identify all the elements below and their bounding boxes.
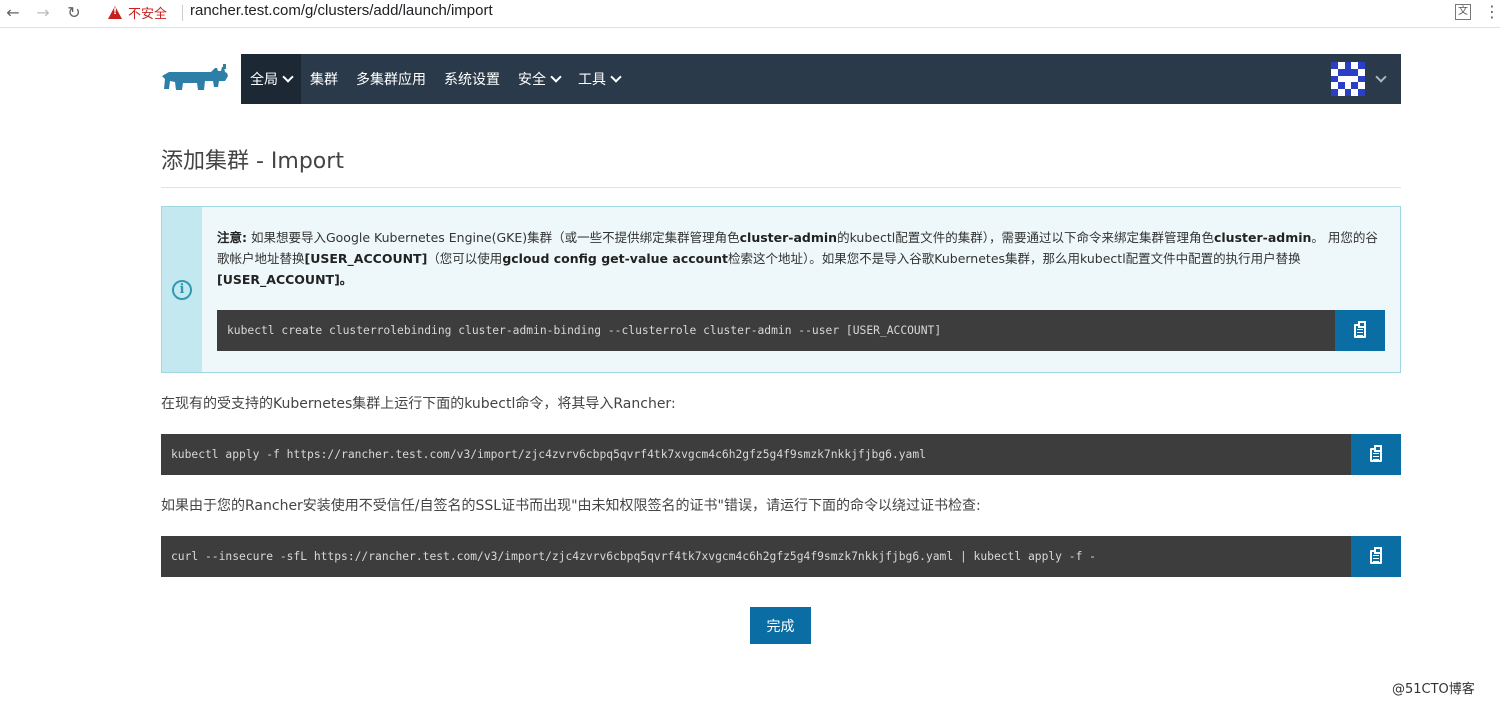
copy-button[interactable] — [1351, 536, 1401, 577]
banner-text-part: 如果想要导入Google Kubernetes Engine(GKE)集群（或一… — [247, 230, 740, 245]
watermark: @51CTO博客 — [1392, 682, 1475, 697]
banner-user-account: [USER_ACCOUNT] — [217, 272, 340, 287]
copy-button[interactable] — [1335, 310, 1385, 351]
chevron-down-icon — [550, 70, 562, 83]
browser-menu-icon[interactable]: ⋮ — [1484, 2, 1500, 21]
banner-user-account: [USER_ACCOUNT] — [304, 251, 428, 266]
chevron-down-icon — [610, 70, 622, 83]
reload-icon[interactable]: ↻ — [63, 2, 85, 24]
nav-tools-label: 工具 — [578, 72, 606, 88]
nav-clusters[interactable]: 集群 — [301, 54, 347, 104]
nav-clusters-label: 集群 — [310, 72, 338, 88]
step1-instructions: 在现有的受支持的Kubernetes集群上运行下面的kubectl命令，将其导入… — [161, 396, 676, 412]
import-command-box: kubectl apply -f https://rancher.test.co… — [161, 434, 1401, 475]
banner-text-part: 检索这个地址）。如果您不是导入谷歌Kubernetes集群，那么用kubectl… — [728, 251, 1301, 266]
nav-global-label: 全局 — [250, 72, 278, 88]
security-label: 不安全 — [128, 7, 168, 22]
clipboard-icon — [1370, 444, 1382, 462]
insecure-command[interactable]: curl --insecure -sfL https://rancher.tes… — [171, 536, 1096, 577]
nav-multi-cluster-apps-label: 多集群应用 — [356, 72, 426, 88]
banner-text-part: 的kubectl配置文件的集群），需要通过以下命令来绑定集群管理角色 — [837, 230, 1214, 245]
chevron-down-icon — [1375, 71, 1387, 83]
address-divider — [182, 5, 183, 21]
banner-text-part: （您可以使用 — [427, 251, 503, 266]
banner-role-name: cluster-admin — [739, 230, 838, 245]
back-arrow-icon[interactable]: ← — [2, 2, 24, 24]
nav-security-label: 安全 — [518, 72, 546, 88]
user-menu[interactable] — [1331, 62, 1401, 96]
page-title: 添加集群 - Import — [161, 149, 344, 174]
done-button[interactable]: 完成 — [750, 607, 811, 644]
security-warning[interactable]: 不安全 — [108, 3, 167, 22]
forward-arrow-icon[interactable]: → — [32, 2, 54, 24]
chevron-down-icon — [282, 70, 294, 83]
info-icon: i — [172, 279, 192, 300]
banner-role-name: cluster-admin — [1213, 230, 1312, 245]
info-banner: i 注意: 如果想要导入Google Kubernetes Engine(GKE… — [161, 206, 1401, 373]
rancher-logo-icon — [162, 64, 228, 90]
address-bar[interactable]: rancher.test.com/g/clusters/add/launch/i… — [190, 2, 493, 19]
nav-security[interactable]: 安全 — [509, 54, 569, 104]
title-divider — [161, 187, 1401, 188]
step2-instructions: 如果由于您的Rancher安装使用不受信任/自签名的SSL证书而出现"由未知权限… — [161, 498, 981, 514]
import-command[interactable]: kubectl apply -f https://rancher.test.co… — [171, 434, 926, 475]
banner-text: 注意: 如果想要导入Google Kubernetes Engine(GKE)集… — [217, 227, 1387, 290]
rancher-logo[interactable] — [161, 54, 241, 104]
banner-command-box: kubectl create clusterrolebinding cluste… — [217, 310, 1385, 351]
nav-global[interactable]: 全局 — [241, 54, 301, 104]
app-header: 全局 集群 多集群应用 系统设置 安全 工具 — [161, 54, 1401, 104]
nav-multi-cluster-apps[interactable]: 多集群应用 — [347, 54, 435, 104]
copy-button[interactable] — [1351, 434, 1401, 475]
main-nav: 全局 集群 多集群应用 系统设置 安全 工具 — [241, 54, 629, 104]
nav-tools[interactable]: 工具 — [569, 54, 629, 104]
clipboard-icon — [1370, 546, 1382, 564]
banner-command[interactable]: kubectl create clusterrolebinding cluste… — [227, 310, 941, 351]
banner-side: i — [162, 207, 202, 372]
translate-icon[interactable]: 文 — [1455, 4, 1471, 20]
browser-toolbar: ← → ↻ 不安全 rancher.test.com/g/clusters/ad… — [0, 0, 1500, 28]
nav-settings[interactable]: 系统设置 — [435, 54, 509, 104]
avatar — [1331, 62, 1365, 96]
warning-icon — [108, 6, 122, 19]
nav-settings-label: 系统设置 — [444, 72, 500, 88]
banner-gcloud-command: gcloud config get-value account — [502, 251, 729, 266]
clipboard-icon — [1354, 320, 1366, 338]
banner-text-part: 。 — [339, 272, 353, 287]
banner-note-label: 注意: — [217, 230, 247, 245]
insecure-command-box: curl --insecure -sfL https://rancher.tes… — [161, 536, 1401, 577]
